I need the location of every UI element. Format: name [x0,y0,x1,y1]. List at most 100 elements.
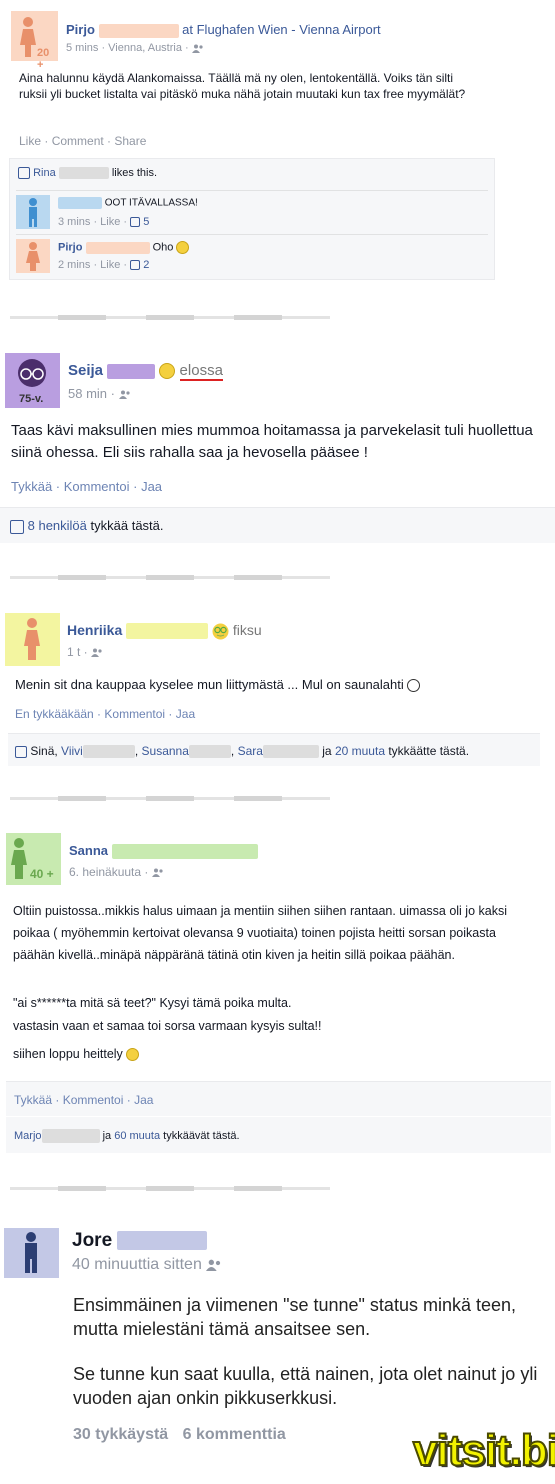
likes-text: likes this. [111,167,158,179]
comment-avatar[interactable] [16,195,50,229]
comment-author[interactable]: Pirjo [58,241,82,253]
post-meta: 1 t · [67,645,88,659]
age-badge: 40 + [30,867,54,881]
liker-name[interactable]: Marjo [14,1130,42,1142]
likes-count[interactable]: 30 tykkäystä [73,1426,168,1443]
author-name[interactable]: Pirjo [66,22,95,37]
location-text[interactable]: at Flughafen Wien - Vienna Airport [182,22,381,37]
comment-like-count: 5 [143,216,150,228]
liker-name[interactable]: Sara [238,744,263,758]
avatar[interactable]: 40 + [6,833,61,885]
post-meta: 40 minuuttia sitten [72,1256,202,1273]
like-link[interactable]: Tykkää [14,1093,52,1107]
redacted-name [58,197,102,209]
post-meta: 6. heinäkuuta · [69,865,149,879]
comment-avatar[interactable] [16,239,50,273]
comments-box: Rina likes this. OOT ITÄVALLASSA! 3 mins… [9,158,495,280]
redacted-name [188,745,231,759]
comment-text: Oho [152,241,174,254]
likes-and: ja [102,1129,112,1142]
redacted-name [58,167,109,180]
friends-icon [118,390,130,400]
liker-name[interactable]: Rina [33,167,56,179]
post-body: siihen loppu heittely [13,1047,123,1061]
more-likers-link[interactable]: 60 muuta [114,1130,160,1142]
friends-icon [191,44,203,53]
share-link[interactable]: Jaa [134,1093,153,1107]
post-body: "ai s******ta mitä sä teet?" Kysyi tämä … [13,996,292,1010]
female-figure-icon [26,242,40,271]
friends-icon [151,868,163,878]
likes-text: tykkäätte tästä. [388,744,470,758]
thumbs-up-icon [10,519,24,534]
more-likers-link[interactable]: 20 muuta [335,744,385,758]
avatar[interactable]: 75-v. [5,353,60,408]
post-meta: 5 mins · Vienna, Austria · [66,42,189,54]
redacted-name [126,623,209,640]
post-body: Ensimmäinen ja viimenen "se tunne" statu… [73,1295,517,1339]
smiley-icon [126,1048,140,1062]
likes-and: ja [322,744,332,758]
friends-icon [206,1259,221,1271]
comment-link[interactable]: Kommentoi [63,1093,124,1107]
author-name[interactable]: Seija [68,362,103,379]
comment-link[interactable]: Comment [52,134,104,148]
redacted-name [107,363,156,379]
status-text: fiksu [232,622,262,638]
comment-meta: 3 mins · Like · [58,216,128,228]
smiley-icon [159,363,176,380]
post-meta: 58 min · [68,386,115,401]
comment-link[interactable]: Kommentoi [104,707,165,721]
watermark-logo: vitsit.biz [412,1425,555,1476]
male-figure-icon [25,1232,37,1273]
likes-text: tykkää tästä. [90,518,164,533]
unlike-link[interactable]: En tykkääkään [15,707,94,721]
redacted-name [262,745,319,759]
redacted-name [98,23,179,38]
divider [10,1186,330,1191]
age-badge: 20 + [37,47,50,71]
post-body: Se tunne kun saat kuulla, että nainen, j… [73,1364,538,1408]
likes-bar: Sinä, Viivi, Susanna, Sara ja 20 muuta t… [8,733,540,766]
share-link[interactable]: Share [114,134,146,148]
likes-text: tykkäävät tästä. [163,1129,240,1142]
thumbs-up-icon [15,745,27,758]
likes-bar: 8 henkilöä tykkää tästä. [0,507,555,543]
divider [10,575,330,580]
author-name[interactable]: Jore [72,1230,112,1251]
like-link[interactable]: Tykkää [11,479,52,494]
redacted-name [111,844,258,860]
like-link[interactable]: Like [19,134,41,148]
liker-name[interactable]: Susanna [142,744,189,758]
post-body: Aina halunnu käydä Alankomaissa. Täällä … [19,71,466,101]
actions-bar: Tykkää · Kommentoi · Jaa [6,1081,551,1116]
avatar[interactable] [5,613,60,666]
likes-you: Sinä, [30,744,58,758]
male-figure-icon [29,198,37,227]
author-name[interactable]: Sanna [69,843,108,858]
redacted-name [41,1129,100,1143]
liker-name[interactable]: Viivi [61,744,83,758]
comment-like-count: 2 [143,259,150,271]
thumbs-up-icon [130,260,141,271]
smiley-icon [176,241,190,254]
redacted-name [117,1231,208,1251]
thumbs-up-icon [130,217,141,228]
likes-bar: Marjo ja 60 muuta tykkäävät tästä. [6,1117,551,1153]
post-body: Oltiin puistossa..mikkis halus uimaan ja… [13,904,507,962]
comment-text: OOT ITÄVALLASSA! [104,197,198,209]
likers-link[interactable]: 8 henkilöä [28,518,87,533]
redacted-name [82,745,135,759]
share-link[interactable]: Jaa [176,707,195,721]
avatar[interactable] [4,1228,59,1278]
comments-count[interactable]: 6 kommenttia [183,1426,286,1443]
comment-link[interactable]: Kommentoi [64,479,130,494]
smiley-icon [407,679,421,693]
post-body: Taas kävi maksullinen mies mummoa hoitam… [11,422,533,461]
post-body: Menin sit dna kauppaa kyselee mun liitty… [15,677,404,692]
share-link[interactable]: Jaa [141,479,162,494]
avatar[interactable]: 20 + [11,11,58,71]
redacted-name [85,241,150,254]
author-name[interactable]: Henriika [67,622,122,638]
glasses-emoji-icon [212,623,229,640]
